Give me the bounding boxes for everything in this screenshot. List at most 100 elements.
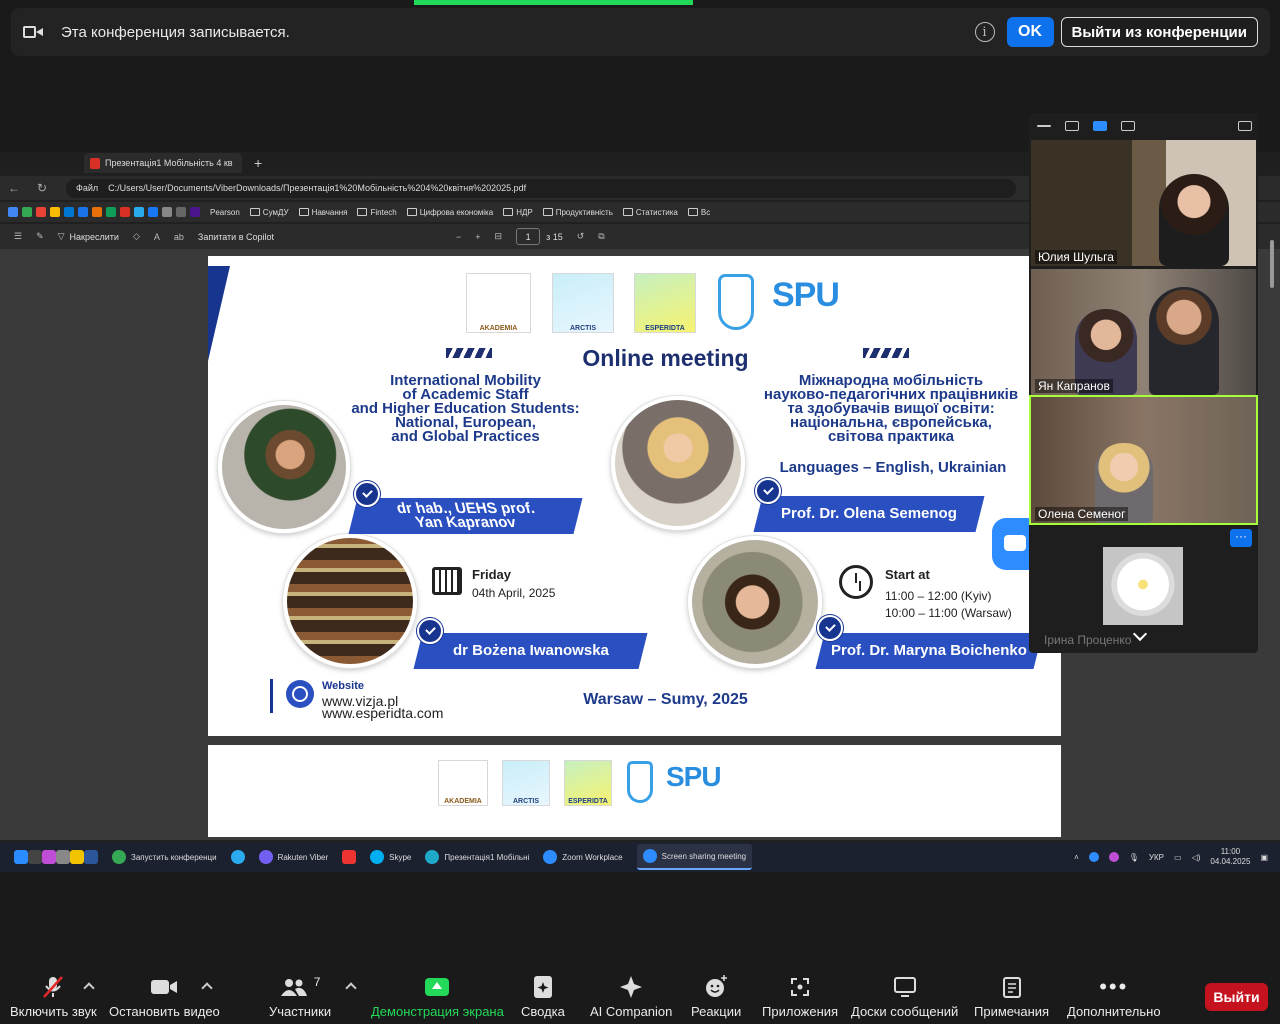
share-screen-control[interactable]: Демонстрация экрана <box>371 972 504 1019</box>
word-icon[interactable] <box>84 850 98 864</box>
tray-chevron-icon[interactable]: ˄ <box>1074 853 1079 862</box>
zoom-tray-icon[interactable] <box>1088 852 1099 862</box>
back-icon[interactable]: ← <box>0 181 28 195</box>
notes-control[interactable]: Примечания <box>974 972 1049 1019</box>
bookmark-pearson[interactable]: Pearson <box>210 208 240 217</box>
more-control[interactable]: ••• Дополнительно <box>1067 972 1161 1019</box>
contents-icon[interactable]: ☰ <box>14 231 22 242</box>
highlight-icon[interactable]: ✎ <box>36 231 44 242</box>
participant-tile[interactable]: Ян Капранов <box>1031 269 1256 395</box>
expand-icon[interactable] <box>1238 121 1252 131</box>
ai-companion-control[interactable]: AI Companion <box>590 972 672 1019</box>
bookmark-folder-sumdu[interactable]: СумДУ <box>249 208 289 217</box>
leave-conference-button[interactable]: Выйти из конференции <box>1060 17 1258 47</box>
bookmark-icon[interactable] <box>176 207 186 217</box>
reactions-control[interactable]: Реакции <box>691 972 741 1019</box>
info-icon[interactable]: i <box>974 22 995 42</box>
task-view-icon[interactable] <box>28 850 42 864</box>
bookmark-icon[interactable] <box>120 207 130 217</box>
clock[interactable]: 11:00 04.04.2025 <box>1210 847 1250 867</box>
bookmark-icon[interactable] <box>148 207 158 217</box>
taskbar-item-screen-sharing[interactable]: Screen sharing meeting <box>636 844 753 870</box>
grid-view-icon[interactable] <box>1121 121 1135 131</box>
bookmark-icon[interactable] <box>78 207 88 217</box>
akademia-logo: AKADEMIA <box>466 273 531 333</box>
bookmark-icon[interactable] <box>36 207 46 217</box>
bookmark-folder-digital[interactable]: Цифрова економіка <box>406 208 493 217</box>
fit-page-icon[interactable]: ⊟ <box>495 231 503 242</box>
app-tray-icon[interactable] <box>1108 852 1119 862</box>
participant-avatar <box>1103 547 1183 625</box>
participant-tile[interactable]: Юлия Шульга <box>1031 140 1256 266</box>
taskbar-item-zoom-workplace[interactable]: Zoom Workplace <box>543 850 623 864</box>
more-options-button[interactable]: ··· <box>1230 529 1252 547</box>
bookmark-icon[interactable] <box>22 207 32 217</box>
snipping-icon[interactable] <box>342 850 357 864</box>
speaker2-ribbon: Prof. Dr. Olena Semenog <box>753 496 985 532</box>
summary-control[interactable]: Сводка <box>521 972 565 1019</box>
spu-shield-icon <box>718 274 754 330</box>
participants-count: 7 <box>313 975 321 989</box>
time-kyiv: 11:00 – 12:00 (Kyiv) <box>885 589 992 603</box>
eraser-icon[interactable]: ◇ <box>133 231 140 242</box>
volume-icon[interactable]: ◁) <box>1192 853 1201 862</box>
bookmark-folder-fintech[interactable]: Fintech <box>357 208 397 217</box>
explorer-icon[interactable] <box>70 850 84 864</box>
bookmark-folder-study[interactable]: Навчання <box>298 208 347 217</box>
unmute-control[interactable]: Включить звук <box>10 972 97 1019</box>
draw-label[interactable]: Накреслити <box>70 232 119 242</box>
windows-start-icon[interactable] <box>14 850 28 864</box>
taskbar-item-chrome[interactable]: Запустить конференци <box>112 850 217 864</box>
chevron-down-icon[interactable] <box>1132 626 1148 642</box>
bookmark-icon[interactable] <box>92 207 102 217</box>
rotate-icon[interactable]: ↺ <box>577 231 585 242</box>
bookmark-icon[interactable] <box>162 207 172 217</box>
reload-icon[interactable]: ↻ <box>28 181 56 195</box>
bookmark-icon[interactable] <box>50 207 60 217</box>
new-tab-icon[interactable]: + <box>254 155 262 171</box>
video-control[interactable]: Остановить видео <box>109 972 220 1019</box>
bookmark-icon[interactable] <box>190 207 200 217</box>
bookmark-folder-ndr[interactable]: НДР <box>503 208 533 217</box>
participant-tile-active-speaker[interactable]: Олена Семеног <box>1029 395 1258 525</box>
language-indicator[interactable]: УКР <box>1149 853 1164 862</box>
pdf-scrollbar-thumb[interactable] <box>1270 240 1274 288</box>
bookmark-icon[interactable] <box>64 207 74 217</box>
speaker-view-icon[interactable] <box>1065 121 1079 131</box>
page-number-input[interactable]: 1 <box>516 228 541 245</box>
participants-control[interactable]: 7 Участники <box>269 972 331 1019</box>
page-view-icon[interactable]: ⧉ <box>598 231 604 242</box>
network-icon[interactable]: ▭ <box>1174 853 1182 862</box>
participants-options-chevron-icon[interactable] <box>345 982 357 994</box>
taskbar-item-edge[interactable]: Презентація1 Мобільні <box>425 850 529 864</box>
folder-icon <box>298 208 309 216</box>
taskbar-item-skype[interactable]: Skype <box>370 850 411 864</box>
mic-tray-icon[interactable]: 🎙 <box>1129 853 1139 862</box>
copilot-icon[interactable] <box>42 850 56 864</box>
bookmark-folder-productivity[interactable]: Продуктивність <box>542 208 613 217</box>
zoom-out-icon[interactable]: − <box>456 232 461 242</box>
strip-view-icon[interactable] <box>1093 121 1107 131</box>
mic-muted-icon <box>40 972 66 1002</box>
bookmark-icon[interactable] <box>134 207 144 217</box>
notifications-icon[interactable]: ▣ <box>1260 853 1268 862</box>
bookmark-icon[interactable] <box>106 207 116 217</box>
read-aloud-icon[interactable]: ab <box>174 232 184 242</box>
whiteboards-control[interactable]: Доски сообщений <box>851 972 958 1019</box>
telegram-icon[interactable] <box>230 850 245 864</box>
copilot-label[interactable]: Запитати в Copilot <box>198 232 274 242</box>
zoom-in-icon[interactable]: + <box>475 232 480 242</box>
draw-icon[interactable]: ▽ <box>58 231 65 242</box>
leave-button[interactable]: Выйти <box>1205 983 1268 1011</box>
apps-control[interactable]: Приложения <box>762 972 838 1019</box>
text-icon[interactable]: A <box>154 232 160 242</box>
browser-tab[interactable]: Презентація1 Мобільність 4 кв <box>84 153 242 173</box>
settings-icon[interactable] <box>56 850 70 864</box>
minimize-icon[interactable] <box>1037 125 1051 127</box>
bookmark-folder-statistics[interactable]: Статистика <box>622 208 678 217</box>
bookmark-folder-all[interactable]: Вс <box>687 208 710 217</box>
url-field[interactable]: Файл C:/Users/User/Documents/ViberDownlo… <box>66 178 1016 198</box>
ok-button[interactable]: OK <box>1006 17 1054 47</box>
taskbar-item-viber[interactable]: Rakuten Viber <box>258 850 328 864</box>
bookmark-icon[interactable] <box>8 207 18 217</box>
